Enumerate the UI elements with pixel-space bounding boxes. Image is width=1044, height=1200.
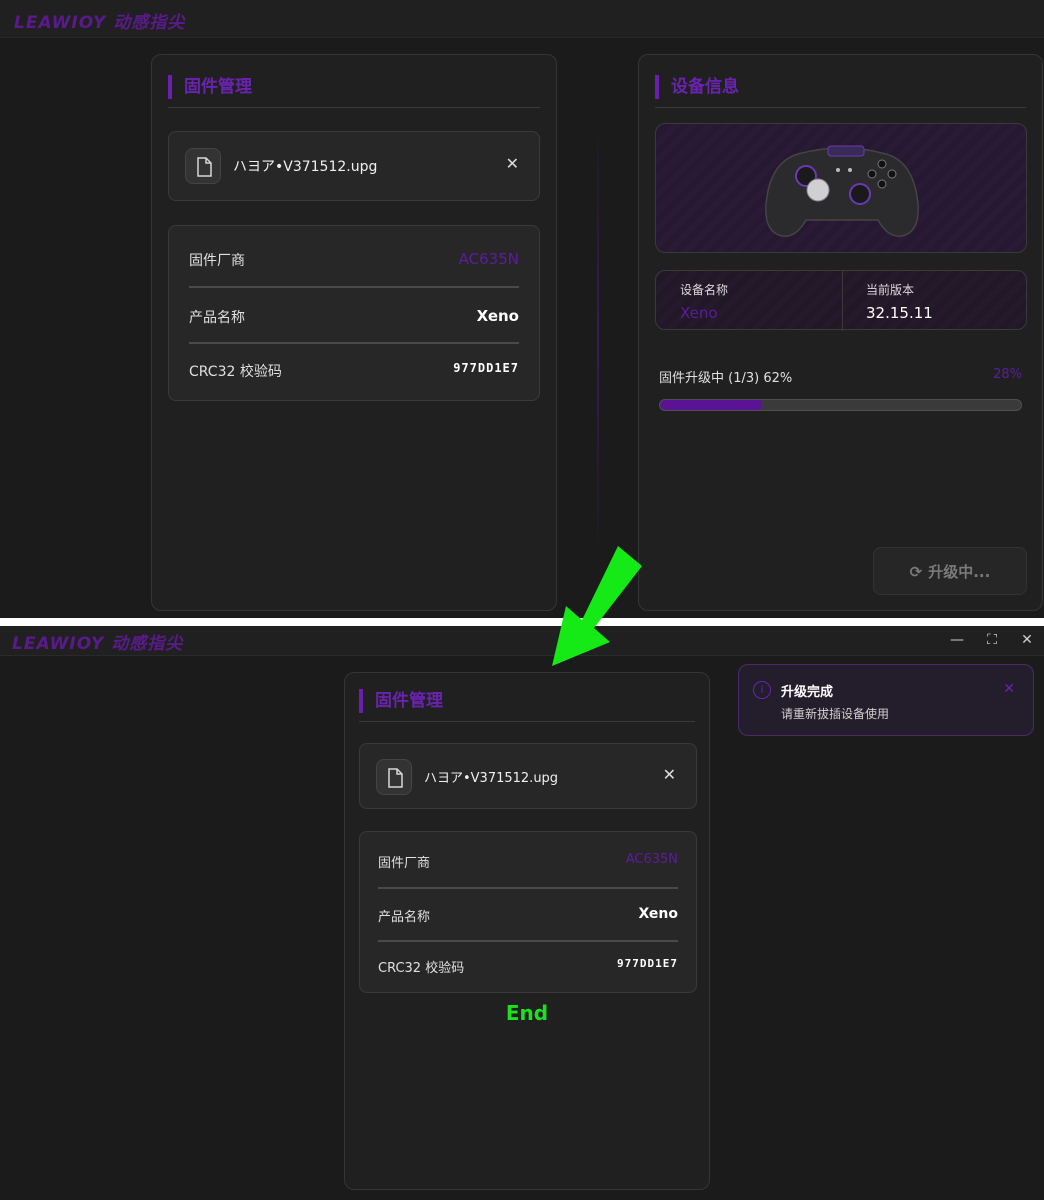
device-stats: 设备名称 Xeno 当前版本 32.15.11 — [655, 270, 1028, 331]
version-stat: 当前版本 32.15.11 — [842, 271, 1028, 331]
info-row-product: 产品名称 Xeno — [189, 287, 519, 343]
info-row-crc: CRC32 校验码 977DD1E7 — [378, 937, 678, 993]
panel-title: 设备信息 — [655, 75, 739, 99]
title-bar: LEAWIOY 动感指尖 — [0, 0, 1044, 38]
end-annotation: End — [505, 1001, 549, 1025]
progress-bar — [659, 399, 1022, 411]
after-screenshot: LEAWIOY 动感指尖 — ⛶ ✕ 固件管理 ハヨア•V371512.upg … — [0, 626, 1044, 1200]
info-row-product: 产品名称 Xeno — [378, 886, 678, 942]
maximize-button[interactable]: ⛶ — [977, 629, 1007, 651]
product-label: 产品名称 — [378, 910, 431, 925]
vendor-value: AC635N — [458, 250, 519, 268]
device-panel: 设备信息 设备名称 Xeno 当前版本 32.15.11 固件升级中 (1/3)… — [638, 54, 1043, 611]
progress-fill — [660, 400, 762, 410]
upgrade-button-label: 升级中... — [928, 563, 991, 581]
firmware-info-card: 固件厂商 AC635N 产品名称 Xeno CRC32 校验码 977DD1E7 — [359, 831, 697, 993]
annotation-arrow-icon — [552, 546, 642, 666]
minimize-button[interactable]: — — [942, 629, 972, 651]
info-icon: i — [753, 681, 771, 699]
app-logo: LEAWIOY 动感指尖 — [12, 634, 184, 654]
vendor-value: AC635N — [625, 852, 678, 867]
file-card: ハヨア•V371512.upg ✕ — [168, 131, 540, 201]
info-row-crc: CRC32 校验码 977DD1E7 — [189, 341, 519, 397]
panel-divider — [359, 721, 695, 722]
device-name-label: 设备名称 — [680, 283, 729, 297]
crc-label: CRC32 校验码 — [378, 961, 465, 976]
panel-divider — [655, 107, 1026, 108]
file-icon — [376, 759, 412, 795]
crc-label: CRC32 校验码 — [189, 364, 282, 380]
title-bar: LEAWIOY 动感指尖 — ⛶ ✕ — [0, 626, 1044, 656]
vendor-label: 固件厂商 — [378, 856, 431, 871]
upgrade-complete-toast: i 升级完成 请重新拔插设备使用 ✕ — [738, 664, 1034, 736]
screenshot-separator — [0, 618, 1044, 626]
product-label: 产品名称 — [189, 310, 245, 326]
refresh-icon: ⟳ — [909, 563, 923, 581]
info-row-vendor: 固件厂商 AC635N — [189, 230, 519, 286]
decorative-divider — [597, 120, 599, 560]
panel-title: 固件管理 — [168, 75, 252, 99]
file-name: ハヨア•V371512.upg — [233, 159, 378, 175]
firmware-panel: 固件管理 ハヨア•V371512.upg ✕ 固件厂商 AC635N 产品名称 … — [344, 672, 710, 1190]
device-name-stat: 设备名称 Xeno — [656, 271, 842, 331]
before-screenshot: LEAWIOY 动感指尖 固件管理 ハヨア•V371512.upg ✕ 固件厂商… — [0, 0, 1044, 618]
panel-title: 固件管理 — [359, 689, 443, 713]
file-card: ハヨア•V371512.upg ✕ — [359, 743, 697, 809]
firmware-info-card: 固件厂商 AC635N 产品名称 Xeno CRC32 校验码 977DD1E7 — [168, 225, 540, 401]
toast-message: 请重新拔插设备使用 — [781, 707, 890, 721]
device-image — [655, 123, 1027, 253]
file-icon — [185, 148, 221, 184]
close-window-button[interactable]: ✕ — [1012, 629, 1042, 651]
app-logo: LEAWIOY 动感指尖 — [14, 13, 186, 33]
upgrade-button[interactable]: ⟳ 升级中... — [873, 547, 1027, 595]
crc-value: 977DD1E7 — [453, 361, 519, 375]
toast-title: 升级完成 — [781, 685, 834, 700]
crc-value: 977DD1E7 — [617, 957, 678, 970]
file-name: ハヨア•V371512.upg — [424, 771, 559, 786]
product-value: Xeno — [638, 906, 679, 922]
device-name-value: Xeno — [680, 304, 718, 322]
product-value: Xeno — [476, 307, 519, 325]
remove-file-button[interactable]: ✕ — [506, 154, 519, 173]
firmware-panel: 固件管理 ハヨア•V371512.upg ✕ 固件厂商 AC635N 产品名称 … — [151, 54, 557, 611]
version-value: 32.15.11 — [866, 304, 933, 322]
toast-close-button[interactable]: ✕ — [1003, 681, 1015, 697]
version-label: 当前版本 — [866, 283, 915, 297]
progress-percent: 28% — [993, 367, 1022, 382]
panel-divider — [168, 107, 540, 108]
gamepad-icon — [765, 145, 919, 237]
remove-file-button[interactable]: ✕ — [663, 765, 676, 784]
info-row-vendor: 固件厂商 AC635N — [378, 832, 678, 888]
vendor-label: 固件厂商 — [189, 253, 245, 269]
progress-label: 固件升级中 (1/3) 62% — [659, 371, 793, 386]
